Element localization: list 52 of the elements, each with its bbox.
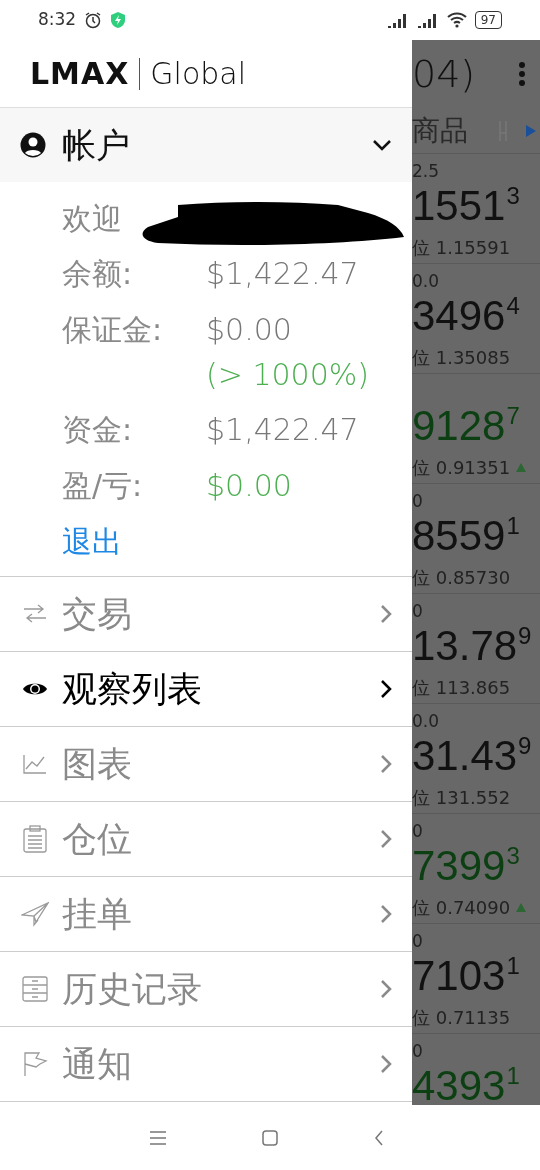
quote-price: 31.43 [412,732,518,780]
price-superscript: 3 [506,182,520,210]
quote-subprice: 位 113.865 [412,676,511,700]
quote-subprice: 位 1.35085 [412,346,511,370]
quote-subprice: 位 0.74090 [412,896,511,920]
screen-title: 04) [412,50,476,98]
logout-link[interactable]: 退出 [62,514,122,570]
quote-change: 2.5 [412,161,440,181]
category-tab[interactable]: 商品 [412,109,468,152]
price-superscript: 4 [506,292,520,320]
price-superscript: 9 [518,622,532,650]
quote-price: 13.78 [412,622,518,670]
account-header[interactable]: 帐户 [0,108,412,182]
price-superscript: 1 [506,952,520,980]
brand-logo: LMAX [30,58,130,89]
field-label: 保证金: [62,311,164,349]
margin-level: (> 1000%) [206,358,369,392]
field-value: $0.00 [206,311,293,349]
field-label: 盈/亏: [62,467,144,505]
quote-price: 9128 [412,402,506,450]
logo-suffix: Global [150,58,247,89]
welcome-label: 欢迎 [62,199,122,238]
quote-price: 3496 [412,292,506,340]
price-superscript: 7 [506,402,520,430]
quote-price: 7399 [412,842,506,890]
quote-subprice: 位 0.71135 [412,1006,511,1030]
quote-change: 0 [412,601,423,621]
quote-price: 8559 [412,512,506,560]
field-label: 余额: [62,255,134,293]
battery-indicator: 97 [474,11,502,29]
price-superscript: 9 [518,732,532,760]
quote-subprice: 位 0.91351 [412,456,511,480]
quote-price: 1551 [412,182,506,230]
quote-change: 0 [412,931,423,951]
quote-change: 0 [412,491,423,511]
quote-price: 4393 [412,1062,506,1105]
quote-change: 0 [412,821,423,841]
field-value: $0.00 [206,467,292,505]
quote-subprice: 位 0.85730 [412,566,511,590]
quote-change: 0.0 [412,271,440,291]
quote-change: 0.0 [412,711,440,731]
clock-time: 8:32 [38,8,77,32]
quote-price: 7103 [412,952,506,1000]
price-superscript: 1 [506,512,520,540]
quote-subprice: 位 131.552 [412,786,511,810]
price-superscript: 1 [506,1062,520,1090]
field-value: $1,422.47 [206,255,359,293]
quote-change: 0 [412,1041,423,1061]
price-superscript: 3 [506,842,520,870]
field-label: 资金: [62,411,134,449]
field-value: $1,422.47 [206,411,359,449]
quote-subprice: 位 1.15591 [412,236,511,260]
